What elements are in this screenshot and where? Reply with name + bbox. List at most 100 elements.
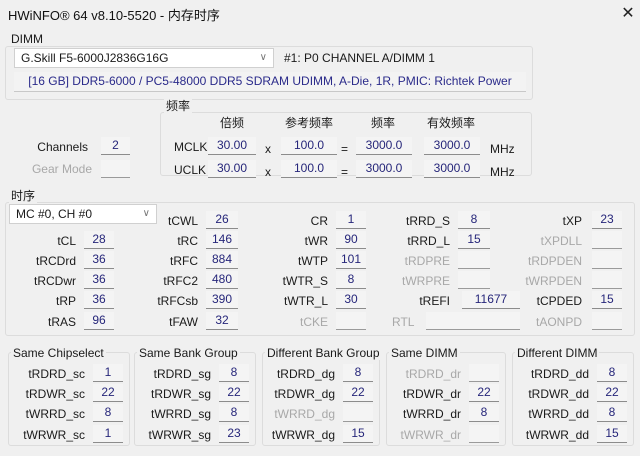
module-info: [16 GB] DDR5-6000 / PC5-48000 DDR5 SDRAM… [14, 72, 526, 92]
twrwr-dd-label: tWRWR_dd [525, 428, 589, 442]
timings-group-label: 时序 [9, 189, 38, 203]
channel-select-value: MC #0, CH #0 [16, 207, 93, 221]
trrd-l-label: tRRD_L [407, 234, 450, 248]
trdwr-sc-label: tRDWR_sc [25, 387, 85, 401]
twrpre-label: tWRPRE [402, 274, 450, 288]
txpdll-value [592, 231, 622, 249]
header-multiplier: 倍频 [219, 116, 244, 130]
twrpden-label: tWRPDEN [525, 274, 582, 288]
twrwr-dg-label: tWRWR_dg [271, 428, 335, 442]
twrrd-dr-value: 8 [469, 404, 499, 422]
twrpre-value [458, 271, 490, 289]
trc-label: tRC [177, 234, 198, 248]
close-icon[interactable]: ✕ [620, 3, 636, 23]
equals-sign: = [341, 165, 349, 179]
effective-value: 3000.0 [424, 137, 480, 155]
dimm-group-label: DIMM [9, 32, 45, 46]
trdrd-dd-value: 8 [597, 364, 627, 382]
trefi-label: tREFI [419, 294, 450, 308]
cr-label: CR [310, 214, 328, 228]
module-select[interactable]: G.Skill F5-6000J2836G16G ∨ [14, 48, 274, 68]
tcpded-label: tCPDED [536, 294, 582, 308]
trfc-value: 884 [206, 251, 238, 269]
turnaround-group-title: Same Bank Group [137, 346, 240, 360]
rtl-label: RTL [392, 315, 415, 329]
twrrd-dg-label: tWRRD_dg [274, 407, 335, 421]
window-title: HWiNFO® 64 v8.10-5520 - 内存时序 [8, 8, 220, 23]
trdwr-sg-label: tRDWR_sg [150, 387, 211, 401]
tcl-label: tCL [57, 234, 76, 248]
twrrd-sc-label: tWRRD_sc [25, 407, 85, 421]
trcdrd-label: tRCDrd [35, 254, 76, 268]
trdrd-sg-label: tRDRD_sg [153, 367, 211, 381]
trdpre-value [458, 251, 490, 269]
trfc2-value: 480 [206, 271, 238, 289]
twrrd-sg-label: tWRRD_sg [150, 407, 211, 421]
clock-label: UCLK [174, 163, 207, 177]
times-sign: x [265, 165, 271, 179]
trdwr-dr-label: tRDWR_dr [402, 387, 461, 401]
tfaw-value: 32 [206, 312, 238, 330]
clock-label: MCLK [174, 140, 208, 154]
frequency-group-label: 频率 [164, 99, 193, 113]
twrpden-value [592, 271, 622, 289]
unit-label: MHz [490, 142, 515, 156]
turnaround-group-title: Different Bank Group [265, 346, 382, 360]
trdrd-dr-label: tRDRD_dr [405, 367, 461, 381]
tfaw-label: tFAW [169, 315, 198, 329]
times-sign: x [265, 142, 271, 156]
trdrd-dd-label: tRDRD_dd [530, 367, 589, 381]
header-reference: 参考频率 [284, 116, 333, 130]
txpdll-label: tXPDLL [540, 234, 582, 248]
multiplier-value: 30.00 [208, 160, 256, 178]
trdpden-value [592, 251, 622, 269]
trdpden-label: tRDPDEN [527, 254, 582, 268]
twrrd-dr-label: tWRRD_dr [402, 407, 461, 421]
trdrd-sc-label: tRDRD_sc [28, 367, 85, 381]
twrrd-dd-value: 8 [597, 404, 627, 422]
turnaround-group-title: Same DIMM [389, 346, 460, 360]
tras-label: tRAS [47, 315, 76, 329]
turnaround-group-title: Different DIMM [515, 346, 600, 360]
trfc-label: tRFC [170, 254, 198, 268]
trrd-l-value: 15 [458, 231, 490, 249]
twrrd-sc-value: 8 [93, 404, 123, 422]
channels-value: 2 [101, 137, 130, 155]
txp-value: 23 [592, 211, 622, 229]
trdrd-dg-label: tRDRD_dg [276, 367, 335, 381]
trdwr-dg-value: 22 [343, 384, 373, 402]
unit-label: MHz [490, 165, 515, 179]
tcwl-label: tCWL [168, 214, 198, 228]
trrd-s-value: 8 [458, 211, 490, 229]
twrwr-dd-value: 15 [597, 425, 627, 443]
slot-label: #1: P0 CHANNEL A/DIMM 1 [284, 51, 435, 65]
twrwr-dr-value [469, 425, 499, 443]
tcke-label: tCKE [299, 315, 328, 329]
twtr-s-label: tWTR_S [282, 274, 328, 288]
tcpded-value: 15 [592, 291, 622, 309]
header-frequency: 频率 [370, 116, 395, 130]
turnaround-group-title: Same Chipselect [11, 346, 106, 360]
gear-mode-label: Gear Mode [31, 162, 92, 176]
taonpd-label: tAONPD [535, 315, 582, 329]
trcdwr-label: tRCDwr [34, 274, 76, 288]
trdwr-dg-label: tRDWR_dg [274, 387, 335, 401]
trdwr-dr-value: 22 [469, 384, 499, 402]
trdpre-label: tRDPRE [404, 254, 450, 268]
twrrd-dd-label: tWRRD_dd [528, 407, 589, 421]
gear-mode-value [101, 160, 130, 178]
twtp-label: tWTP [298, 254, 328, 268]
chevron-down-icon: ∨ [259, 52, 267, 63]
trc-value: 146 [206, 231, 238, 249]
trp-label: tRP [55, 294, 76, 308]
twr-label: tWR [304, 234, 328, 248]
twrwr-dg-value: 15 [343, 425, 373, 443]
twrrd-dg-value [343, 404, 373, 422]
taonpd-value [592, 312, 622, 330]
trdwr-sc-value: 22 [93, 384, 123, 402]
reference-value: 100.0 [281, 160, 337, 178]
txp-label: tXP [562, 214, 582, 228]
trdrd-sc-value: 1 [93, 364, 123, 382]
header-effective: 有效频率 [426, 116, 475, 130]
frequency-value: 3000.0 [356, 137, 412, 155]
